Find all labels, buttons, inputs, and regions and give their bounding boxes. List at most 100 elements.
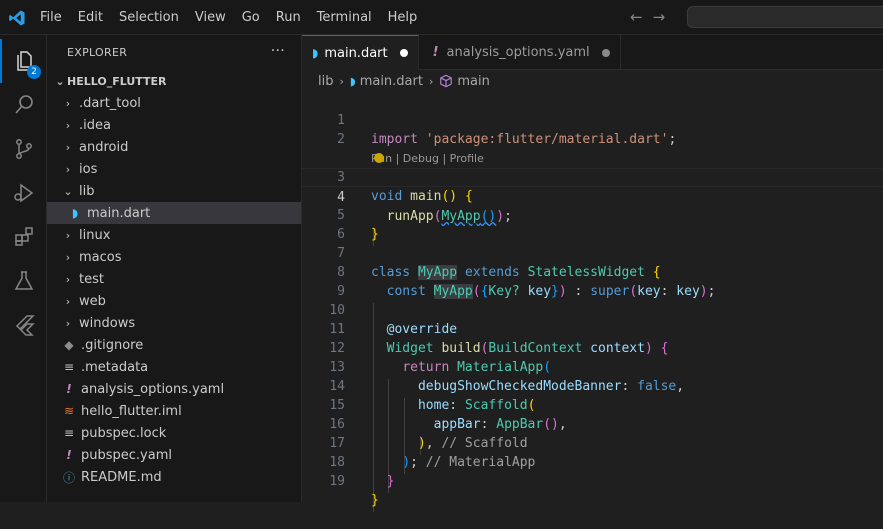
code-line-9: 9 [302, 263, 883, 299]
chevron-right-icon: › [65, 316, 71, 330]
tree-item-macos[interactable]: › macos [47, 246, 301, 268]
tree-item-label: .dart_tool [79, 95, 141, 111]
code-line-7: 7 class MyApp extends StatelessWidget { [302, 225, 883, 280]
command-center-search[interactable] [687, 6, 883, 28]
explorer-activity[interactable]: 2 [0, 39, 47, 83]
code-line-18: 18 } [302, 434, 883, 489]
chevron-right-icon: › [65, 228, 71, 242]
tree-item-readme-md[interactable]: ⓘ README.md [47, 466, 301, 488]
testing-activity[interactable] [0, 259, 47, 303]
code-line-10: 10 @override [302, 282, 883, 337]
changes-badge: 2 [27, 65, 41, 79]
code-line-3: 3 void main() { [302, 149, 883, 204]
code-line-1: 1 import 'package:flutter/material.dart'… [302, 92, 883, 147]
forward-arrow-icon[interactable]: → [653, 8, 666, 26]
info-file-icon: ⓘ [62, 470, 75, 485]
tree-item-metadata[interactable]: ≡ .metadata [47, 356, 301, 378]
chevron-right-icon: › [65, 250, 71, 264]
code-editor[interactable]: 1 import 'package:flutter/material.dart'… [302, 92, 883, 512]
more-actions-icon[interactable]: ··· [271, 43, 285, 59]
activity-bar: 2 [0, 35, 47, 502]
tree-item-label: lib [79, 183, 95, 199]
code-line-13: 13 debugShowCheckedModeBanner: false, [302, 339, 883, 394]
dart-file-icon: ◗ [349, 74, 356, 88]
tree-item-label: README.md [81, 469, 162, 485]
chevron-right-icon: › [65, 162, 71, 176]
extensions-icon [14, 227, 33, 246]
tab-main-dart[interactable]: ◗ main.dart [302, 35, 419, 70]
tree-item-ios[interactable]: › ios [47, 158, 301, 180]
explorer-sidebar: EXPLORER ··· ⌄ HELLO_FLUTTER › .dart_tool… [47, 35, 302, 502]
tree-item-pubspec-yaml[interactable]: ! pubspec.yaml [47, 444, 301, 466]
tree-item-gitignore[interactable]: ◆ .gitignore [47, 334, 301, 356]
tree-item-label: pubspec.lock [81, 425, 167, 441]
search-activity[interactable] [0, 83, 47, 127]
breadcrumb-file[interactable]: main.dart [360, 74, 423, 89]
rss-file-icon: ≋ [63, 404, 75, 418]
tree-item-label: android [79, 139, 129, 155]
dart-file-icon: ◗ [71, 206, 79, 220]
breadcrumb-folder[interactable]: lib [318, 74, 333, 89]
code-text: } [386, 474, 395, 489]
tree-item-main-dart[interactable]: ◗ main.dart [47, 202, 301, 224]
unsaved-dot-icon[interactable] [601, 48, 610, 57]
menu-file[interactable]: File [32, 10, 70, 25]
chevron-down-icon: ⌄ [55, 74, 65, 88]
menu-terminal[interactable]: Terminal [309, 10, 380, 25]
navigation-arrows: ← → [630, 8, 665, 26]
search-icon [14, 95, 33, 114]
lightbulb-icon[interactable] [374, 153, 384, 163]
menu-help[interactable]: Help [380, 10, 426, 25]
menu-run[interactable]: Run [268, 10, 309, 25]
tree-item-label: web [79, 293, 106, 309]
menu-view[interactable]: View [187, 10, 234, 25]
file-lines-icon: ≡ [63, 360, 75, 374]
vscode-logo-icon[interactable] [8, 9, 26, 27]
back-arrow-icon[interactable]: ← [630, 8, 643, 26]
extensions-activity[interactable] [0, 215, 47, 259]
tab-analysis-options[interactable]: ! analysis_options.yaml [419, 35, 621, 70]
tree-item-windows[interactable]: › windows [47, 312, 301, 334]
tree-item-test[interactable]: › test [47, 268, 301, 290]
tree-item-label: test [79, 271, 104, 287]
menu-selection[interactable]: Selection [111, 10, 187, 25]
codelens-row: Run | Debug | Profile [302, 130, 883, 165]
code-line-6: 6 [302, 206, 883, 242]
tab-label: main.dart [324, 45, 388, 61]
workspace-folder[interactable]: ⌄ HELLO_FLUTTER [47, 70, 301, 92]
tree-item-dart-tool[interactable]: › .dart_tool [47, 92, 301, 114]
yaml-file-icon: ! [66, 448, 72, 462]
tree-item-linux[interactable]: › linux [47, 224, 301, 246]
tree-item-hello-flutter-iml[interactable]: ≋ hello_flutter.iml [47, 400, 301, 422]
tree-item-label: linux [79, 227, 111, 243]
breadcrumb-symbol[interactable]: main [457, 74, 489, 89]
chevron-right-icon: › [65, 96, 71, 110]
chevron-down-icon: ⌄ [63, 184, 73, 198]
tree-item-android[interactable]: › android [47, 136, 301, 158]
menu-go[interactable]: Go [234, 10, 268, 25]
tree-item-label: hello_flutter.iml [81, 403, 182, 419]
tree-item-web[interactable]: › web [47, 290, 301, 312]
menu-edit[interactable]: Edit [70, 10, 111, 25]
tree-item-label: macos [79, 249, 122, 265]
title-bar: File Edit Selection View Go Run Terminal… [0, 0, 883, 35]
tree-item-label: .gitignore [81, 337, 144, 353]
tree-item-lib[interactable]: ⌄ lib [47, 180, 301, 202]
code-line-4: 4 runApp(MyApp()); [302, 168, 883, 224]
tree-item-pubspec-lock[interactable]: ≡ pubspec.lock [47, 422, 301, 444]
unsaved-dot-icon[interactable] [399, 49, 408, 57]
editor-area: ◗ main.dart ! analysis_options.yaml lib … [302, 35, 883, 512]
chevron-right-icon: › [65, 118, 71, 132]
tree-item-label: pubspec.yaml [81, 447, 172, 463]
tree-item-idea[interactable]: › .idea [47, 114, 301, 136]
flutter-activity[interactable] [0, 303, 47, 347]
chevron-right-icon: › [428, 74, 434, 88]
run-debug-activity[interactable] [0, 171, 47, 215]
tree-item-label: ios [79, 161, 98, 177]
tree-item-analysis-options-yaml[interactable]: ! analysis_options.yaml [47, 378, 301, 400]
code-line-12: 12 return MaterialApp( [302, 320, 883, 375]
code-line-17: 17 ); // MaterialApp [302, 415, 883, 470]
code-line-11: 11 Widget build(BuildContext context) { [302, 301, 883, 356]
source-control-activity[interactable] [0, 127, 47, 171]
code-line-15: 15 appBar: AppBar(), [302, 377, 883, 432]
